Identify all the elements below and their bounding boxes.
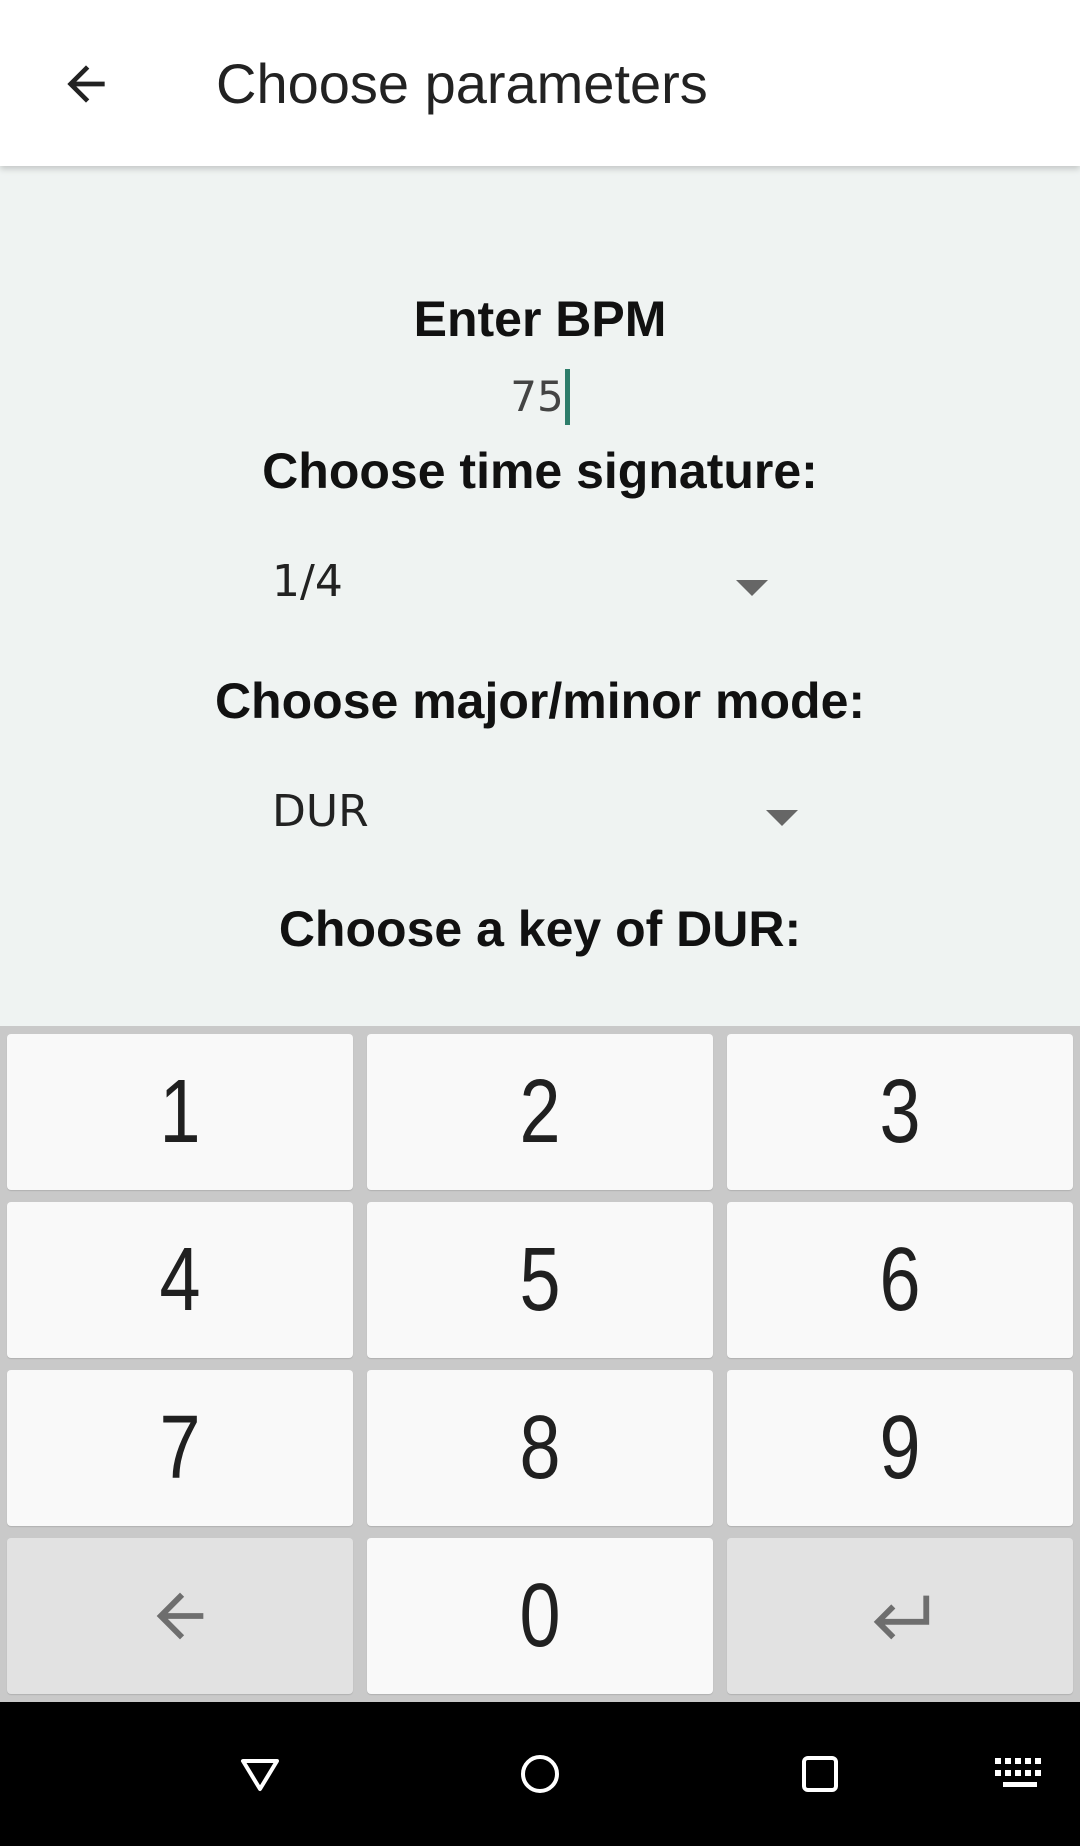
enter-return-icon — [873, 1595, 930, 1640]
key-3[interactable]: 3 — [727, 1034, 1073, 1190]
nav-home-button[interactable] — [498, 1732, 582, 1816]
time-signature-label: Choose time signature: — [262, 443, 818, 499]
keyboard-switch-button[interactable] — [978, 1732, 1062, 1816]
key-2[interactable]: 2 — [367, 1034, 713, 1190]
back-button[interactable] — [44, 42, 128, 126]
enter-key[interactable] — [727, 1538, 1073, 1694]
dropdown-arrow-icon — [766, 810, 798, 826]
app-bar: Choose parameters — [0, 0, 1080, 166]
bpm-label: Enter BPM — [413, 291, 667, 347]
key-7[interactable]: 7 — [7, 1370, 353, 1526]
bpm-value: 75 — [510, 372, 564, 421]
nav-home-circle-icon — [521, 1755, 559, 1793]
backspace-key[interactable] — [7, 1538, 353, 1694]
key-9[interactable]: 9 — [727, 1370, 1073, 1526]
page-title: Choose parameters — [216, 52, 708, 115]
backspace-arrow-icon — [156, 1592, 204, 1640]
time-signature-dropdown[interactable]: 1/4 — [268, 542, 780, 632]
key-4[interactable]: 4 — [7, 1202, 353, 1358]
key-0[interactable]: 0 — [367, 1538, 713, 1694]
key-1[interactable]: 1 — [7, 1034, 353, 1190]
key-8[interactable]: 8 — [367, 1370, 713, 1526]
bpm-input[interactable]: 75 — [440, 362, 640, 432]
mode-dropdown[interactable]: DUR — [268, 772, 810, 862]
keyboard-switch-icon — [995, 1758, 1041, 1787]
nav-back-triangle-icon — [241, 1759, 279, 1791]
mode-label: Choose major/minor mode: — [214, 673, 866, 729]
key-label: Choose a key of DUR: — [278, 901, 802, 957]
nav-back-button[interactable] — [218, 1732, 302, 1816]
nav-recents-button[interactable] — [778, 1732, 862, 1816]
numeric-keyboard: 1 2 3 4 5 6 7 8 9 0 — [0, 1026, 1080, 1702]
key-5[interactable]: 5 — [367, 1202, 713, 1358]
parameters-form: Enter BPM 75 Choose time signature: 1/4 … — [0, 166, 1080, 1026]
mode-selected: DUR — [272, 786, 369, 837]
time-signature-selected: 1/4 — [272, 556, 343, 607]
arrow-left-icon — [67, 65, 105, 103]
nav-recents-square-icon — [802, 1756, 838, 1792]
dropdown-arrow-icon — [736, 580, 768, 596]
text-caret — [564, 368, 570, 425]
key-6[interactable]: 6 — [727, 1202, 1073, 1358]
system-nav-bar — [0, 1702, 1080, 1846]
